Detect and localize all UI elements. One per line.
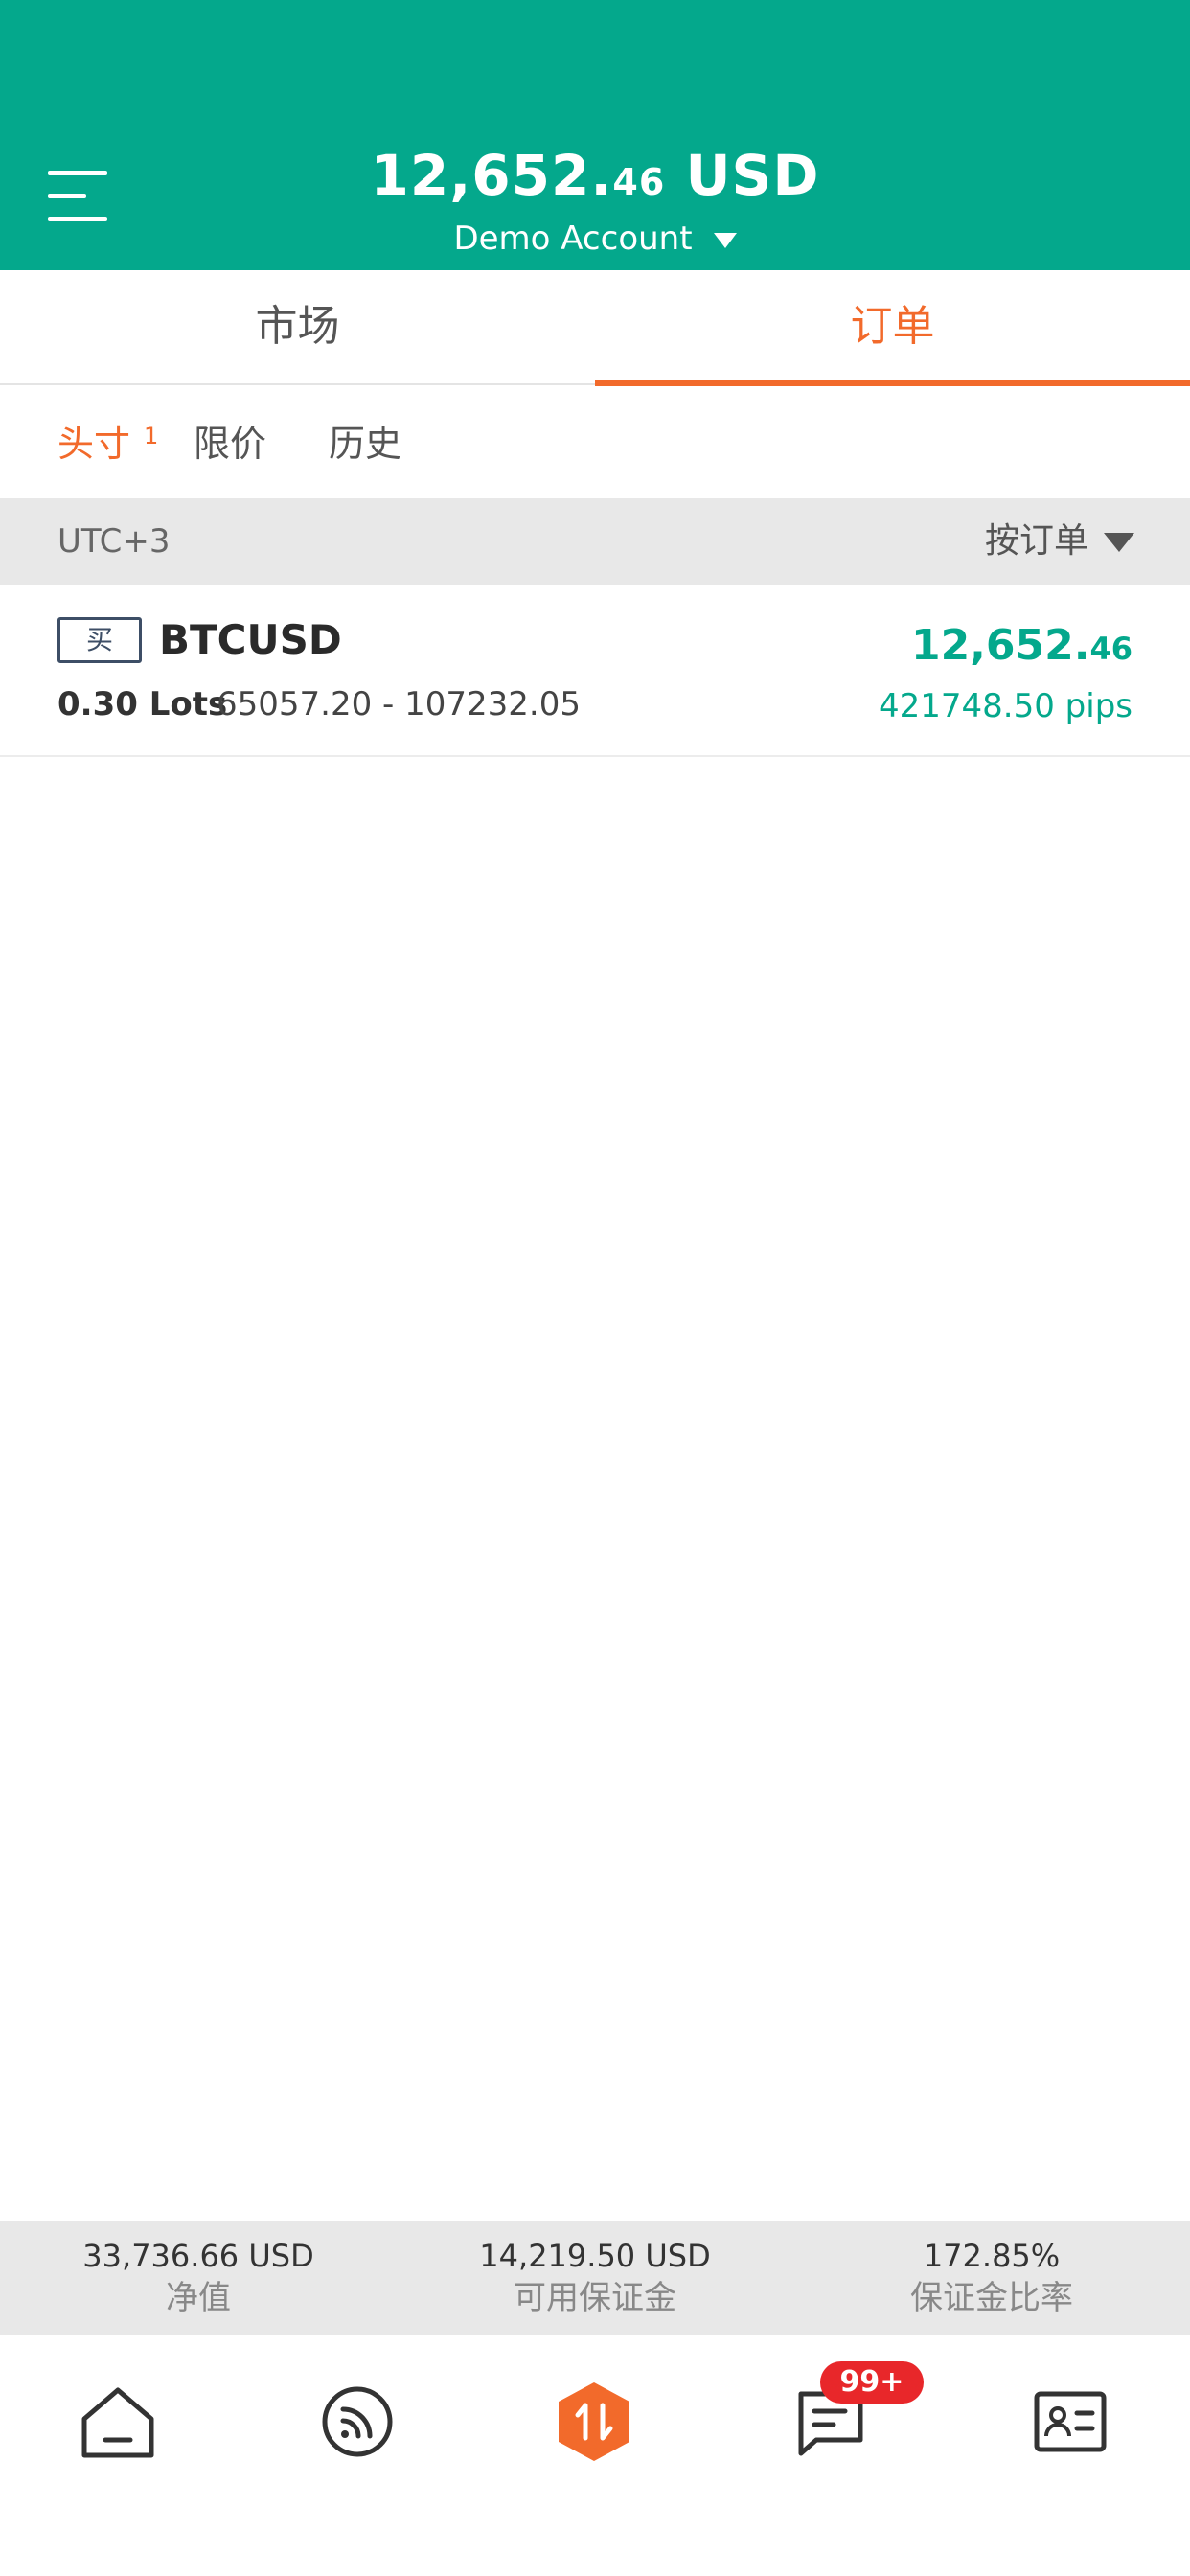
account-summary-bar: 33,736.66 USD 净值 14,219.50 USD 可用保证金 172… [0, 2221, 1190, 2334]
equity-value: 33,736.66 USD [82, 2238, 314, 2274]
bottom-navigation: 99+ [0, 2334, 1190, 2576]
messages-badge: 99+ [820, 2361, 924, 2404]
free-margin-label: 可用保证金 [514, 2279, 676, 2317]
caret-down-icon [1104, 533, 1134, 552]
sort-dropdown[interactable]: 按订单 [985, 518, 1134, 565]
feed-icon [322, 2386, 393, 2457]
side-badge: 买 [57, 617, 142, 663]
order-profit: 12,652.46 [910, 621, 1133, 670]
summary-equity: 33,736.66 USD 净值 [0, 2235, 397, 2319]
home-icon [81, 2387, 154, 2458]
nav-trade-button[interactable] [551, 2379, 637, 2465]
order-sub-tabs: 头寸 1 限价 历史 [0, 385, 1190, 498]
nav-profile-button[interactable] [1027, 2379, 1113, 2465]
account-balance: 12,652.46 USD [370, 143, 820, 208]
subtab-history[interactable]: 历史 [329, 420, 401, 468]
order-symbol: BTCUSD [159, 616, 342, 663]
summary-free-margin: 14,219.50 USD 可用保证金 [397, 2235, 793, 2319]
tab-orders[interactable]: 订单 [595, 270, 1190, 386]
tab-market[interactable]: 市场 [0, 270, 595, 383]
margin-level-value: 172.85% [923, 2238, 1061, 2274]
order-price-range: 65057.20 - 107232.05 [217, 685, 581, 724]
timezone-label: UTC+3 [57, 522, 171, 561]
order-pips: 421748.50 pips [879, 687, 1133, 725]
free-margin-value: 14,219.50 USD [479, 2238, 711, 2274]
orders-screen: 12,652.46 USD Demo Account 市场 订单 头寸 1 限价 … [0, 0, 1190, 2576]
caret-down-icon [713, 232, 737, 248]
main-tabs: 市场 订单 [0, 270, 1190, 386]
account-header: 12,652.46 USD Demo Account [0, 0, 1190, 270]
equity-label: 净值 [166, 2279, 231, 2317]
nav-home-button[interactable] [75, 2379, 161, 2465]
subtab-positions[interactable]: 头寸 1 [57, 420, 158, 468]
positions-count: 1 [144, 423, 159, 449]
order-lots: 0.30 Lots [57, 685, 228, 724]
profile-card-icon [1034, 2391, 1107, 2452]
margin-level-label: 保证金比率 [910, 2279, 1073, 2317]
nav-feed-button[interactable] [314, 2379, 400, 2465]
account-label: Demo Account [453, 219, 693, 258]
trade-icon [559, 2382, 629, 2461]
summary-margin-level: 172.85% 保证金比率 [793, 2235, 1190, 2319]
filter-bar: UTC+3 按订单 [0, 498, 1190, 585]
order-row[interactable]: 买 BTCUSD 0.30 Lots 65057.20 - 107232.05 … [0, 585, 1190, 757]
subtab-limit[interactable]: 限价 [194, 420, 266, 468]
account-selector[interactable]: Demo Account [0, 217, 1190, 261]
